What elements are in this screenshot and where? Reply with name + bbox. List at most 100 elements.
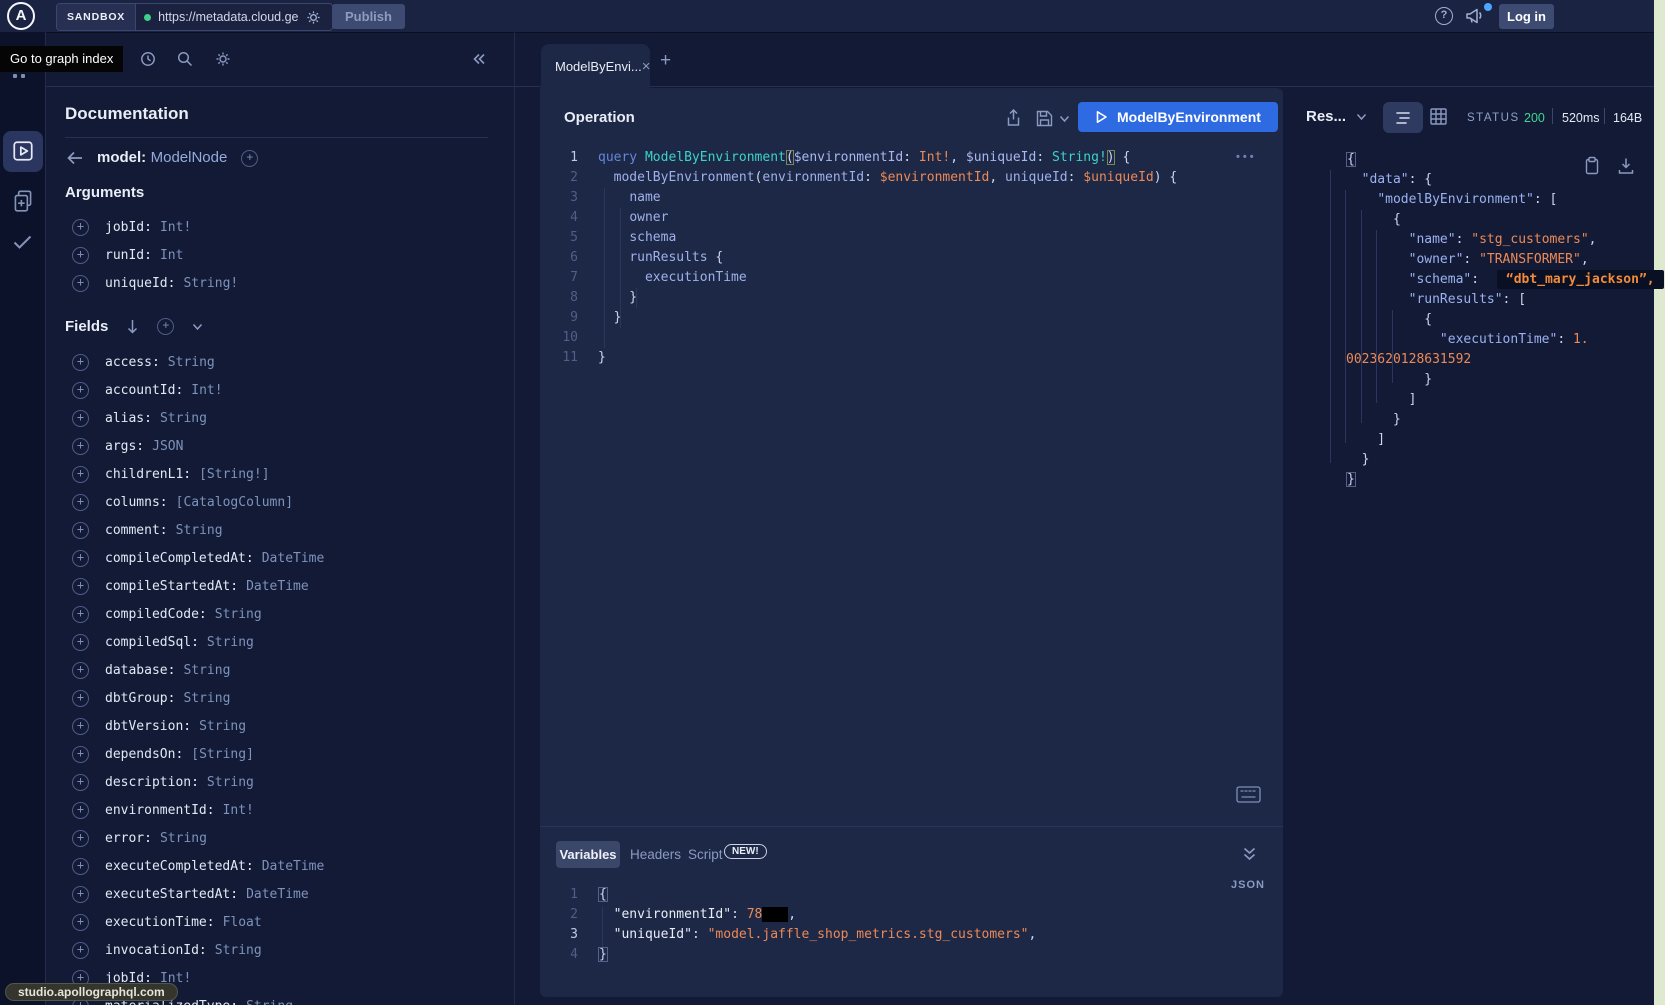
- checks-icon[interactable]: [10, 232, 35, 252]
- add-field-icon[interactable]: +: [72, 858, 89, 875]
- collapse-variables-chevrons-icon[interactable]: [1242, 846, 1257, 862]
- doc-field-row[interactable]: +dependsOn:[String]: [66, 740, 486, 768]
- apollo-logo-icon[interactable]: A: [7, 2, 35, 30]
- add-field-icon[interactable]: +: [72, 354, 89, 371]
- help-icon[interactable]: ?: [1435, 7, 1453, 25]
- doc-field-type[interactable]: DateTime: [246, 579, 309, 594]
- operation-collections-icon[interactable]: [11, 188, 35, 214]
- add-field-icon[interactable]: +: [72, 219, 89, 236]
- fields-options-chevron-icon[interactable]: [192, 323, 203, 331]
- doc-field-row[interactable]: +compiledCode:String: [66, 600, 486, 628]
- doc-field-row[interactable]: +columns:[CatalogColumn]: [66, 488, 486, 516]
- table-view-icon[interactable]: [1429, 107, 1448, 126]
- response-options-chevron-icon[interactable]: [1356, 113, 1367, 121]
- tab-variables[interactable]: Variables: [556, 841, 620, 868]
- doc-field-type[interactable]: DateTime: [246, 887, 309, 902]
- doc-field-row[interactable]: +dbtGroup:String: [66, 684, 486, 712]
- tab-headers[interactable]: Headers: [630, 847, 681, 862]
- publish-button[interactable]: Publish: [332, 4, 405, 29]
- settings-gear-icon[interactable]: [214, 50, 232, 68]
- add-field-icon[interactable]: +: [72, 382, 89, 399]
- tab-modelbyenvironment[interactable]: ModelByEnvi... ×: [541, 44, 650, 88]
- doc-field-row[interactable]: +uniqueId:String!: [66, 269, 486, 297]
- doc-field-type[interactable]: String: [176, 523, 223, 538]
- doc-field-type[interactable]: DateTime: [262, 551, 325, 566]
- doc-field-type[interactable]: DateTime: [262, 859, 325, 874]
- endpoint-settings-gear-icon[interactable]: [305, 9, 322, 26]
- doc-field-type[interactable]: Float: [223, 915, 262, 930]
- keyboard-shortcuts-icon[interactable]: [1236, 786, 1261, 803]
- doc-field-type[interactable]: Int: [160, 248, 183, 263]
- announcements-megaphone-icon[interactable]: [1464, 6, 1486, 26]
- add-field-icon[interactable]: +: [72, 914, 89, 931]
- login-button[interactable]: Log in: [1499, 4, 1554, 29]
- doc-field-type[interactable]: Int!: [191, 383, 222, 398]
- run-operation-button[interactable]: ModelByEnvironment: [1078, 102, 1278, 132]
- doc-field-type[interactable]: String: [160, 831, 207, 846]
- tab-script[interactable]: Script: [688, 847, 723, 862]
- doc-field-type[interactable]: String: [183, 691, 230, 706]
- add-field-icon[interactable]: +: [72, 247, 89, 264]
- doc-field-type[interactable]: [String]: [191, 747, 254, 762]
- doc-field-row[interactable]: +error:String: [66, 824, 486, 852]
- add-field-icon[interactable]: +: [72, 718, 89, 735]
- search-icon[interactable]: [176, 50, 194, 68]
- add-all-fields-icon[interactable]: +: [157, 318, 174, 335]
- add-field-icon[interactable]: +: [72, 886, 89, 903]
- doc-field-type[interactable]: [CatalogColumn]: [176, 495, 293, 510]
- add-field-icon[interactable]: +: [72, 830, 89, 847]
- doc-field-row[interactable]: +compiledSql:String: [66, 628, 486, 656]
- doc-field-type[interactable]: String: [199, 719, 246, 734]
- doc-field-row[interactable]: +accountId:Int!: [66, 376, 486, 404]
- doc-field-type[interactable]: Int!: [223, 803, 254, 818]
- doc-field-type[interactable]: String: [168, 355, 215, 370]
- add-field-icon[interactable]: +: [72, 275, 89, 292]
- save-operation-icon[interactable]: [1036, 110, 1053, 127]
- add-field-icon[interactable]: +: [72, 690, 89, 707]
- add-field-icon[interactable]: +: [72, 466, 89, 483]
- tree-view-icon[interactable]: [1394, 109, 1412, 127]
- add-field-icon[interactable]: +: [72, 774, 89, 791]
- doc-field-type[interactable]: [String!]: [199, 467, 269, 482]
- add-field-icon[interactable]: +: [72, 494, 89, 511]
- add-field-icon[interactable]: +: [72, 578, 89, 595]
- add-field-icon[interactable]: +: [72, 942, 89, 959]
- add-field-icon[interactable]: +: [72, 438, 89, 455]
- doc-field-row[interactable]: +database:String: [66, 656, 486, 684]
- graph-index-icon[interactable]: [13, 74, 25, 78]
- doc-field-type[interactable]: Int!: [160, 220, 191, 235]
- doc-field-row[interactable]: +runId:Int: [66, 241, 486, 269]
- variables-editor[interactable]: 1{2 "environmentId": 782,3 "uniqueId": "…: [545, 885, 1275, 965]
- add-field-icon[interactable]: +: [72, 606, 89, 623]
- doc-field-row[interactable]: +jobId:Int!: [66, 213, 486, 241]
- new-tab-button[interactable]: +: [660, 50, 671, 72]
- explorer-icon[interactable]: [11, 139, 35, 163]
- doc-field-row[interactable]: +compileCompletedAt:DateTime: [66, 544, 486, 572]
- sort-descending-icon[interactable]: [126, 319, 139, 334]
- doc-field-type[interactable]: String: [215, 943, 262, 958]
- doc-field-row[interactable]: +executionTime:Float: [66, 908, 486, 936]
- doc-field-row[interactable]: +description:String: [66, 768, 486, 796]
- collapse-panel-icon[interactable]: [470, 50, 488, 68]
- add-field-icon[interactable]: +: [72, 410, 89, 427]
- doc-field-row[interactable]: +access:String: [66, 348, 486, 376]
- response-panel-title[interactable]: Res...: [1306, 108, 1346, 125]
- doc-field-row[interactable]: +invocationId:String: [66, 936, 486, 964]
- doc-field-type-link[interactable]: ModelNode: [151, 149, 228, 166]
- doc-field-row[interactable]: +environmentId:Int!: [66, 796, 486, 824]
- add-field-icon[interactable]: +: [72, 634, 89, 651]
- doc-field-row[interactable]: +alias:String: [66, 404, 486, 432]
- doc-field-row[interactable]: +childrenL1:[String!]: [66, 460, 486, 488]
- add-field-icon[interactable]: +: [72, 550, 89, 567]
- doc-field-row[interactable]: +executeCompletedAt:DateTime: [66, 852, 486, 880]
- doc-field-type[interactable]: String: [160, 411, 207, 426]
- doc-field-type[interactable]: String: [207, 635, 254, 650]
- doc-field-type[interactable]: String: [183, 663, 230, 678]
- add-field-icon[interactable]: +: [72, 522, 89, 539]
- doc-field-type[interactable]: String!: [183, 276, 238, 291]
- doc-field-type[interactable]: String: [246, 999, 293, 1005]
- doc-field-row[interactable]: +compileStartedAt:DateTime: [66, 572, 486, 600]
- doc-field-type[interactable]: JSON: [152, 439, 183, 454]
- doc-field-row[interactable]: +args:JSON: [66, 432, 486, 460]
- doc-field-row[interactable]: +comment:String: [66, 516, 486, 544]
